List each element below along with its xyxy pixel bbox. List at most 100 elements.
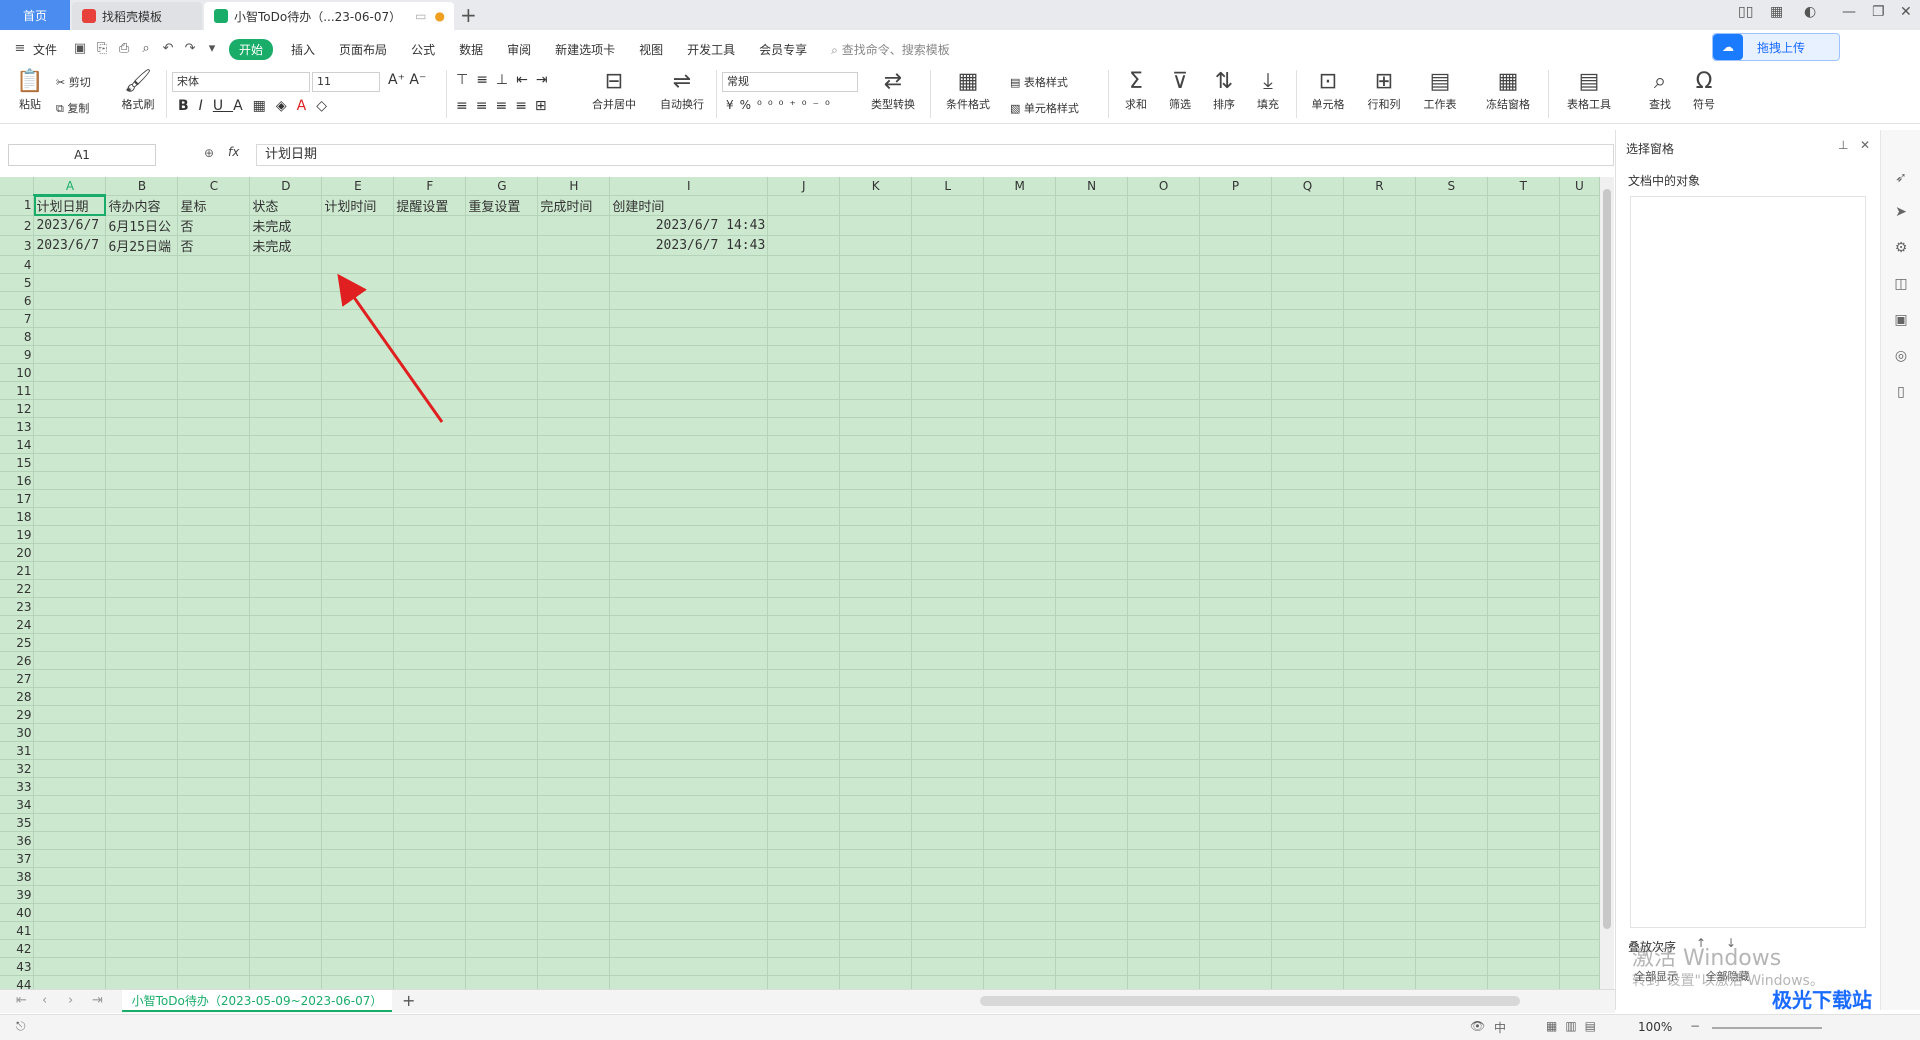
cell[interactable] — [177, 507, 251, 526]
cell[interactable] — [983, 399, 1057, 418]
cell[interactable] — [249, 381, 323, 400]
cell[interactable] — [177, 327, 251, 346]
cell[interactable] — [321, 291, 395, 310]
cell[interactable] — [1055, 867, 1129, 886]
cell[interactable] — [465, 399, 539, 418]
cell[interactable] — [911, 579, 985, 598]
cell[interactable] — [767, 507, 841, 526]
cell[interactable] — [1559, 273, 1600, 292]
cell[interactable] — [177, 651, 251, 670]
cell[interactable] — [321, 579, 395, 598]
cell[interactable] — [393, 921, 467, 940]
cell[interactable] — [465, 309, 539, 328]
cell[interactable] — [537, 795, 611, 814]
cell[interactable] — [609, 615, 769, 634]
cell[interactable]: 未完成 — [249, 235, 323, 256]
cell[interactable] — [1199, 435, 1272, 454]
cell[interactable] — [911, 705, 985, 724]
cell[interactable] — [1271, 813, 1344, 832]
cell[interactable] — [1055, 399, 1129, 418]
row-header[interactable]: 34 — [0, 795, 35, 814]
cell[interactable]: 6月15日公 — [105, 215, 179, 236]
scroll-thumb[interactable] — [1603, 189, 1611, 929]
avatar[interactable]: ◐ — [1804, 4, 1816, 20]
cell[interactable] — [1487, 723, 1560, 742]
cell[interactable] — [1559, 777, 1600, 796]
cell[interactable] — [393, 543, 467, 562]
row-header[interactable]: 1 — [0, 195, 35, 216]
first-sheet-icon[interactable]: ⇤ — [16, 993, 27, 1008]
row-header[interactable]: 4 — [0, 255, 35, 274]
cell[interactable] — [33, 957, 107, 976]
cell[interactable] — [767, 939, 841, 958]
cell[interactable] — [1487, 615, 1560, 634]
cell[interactable] — [1055, 669, 1129, 688]
cell[interactable] — [911, 795, 985, 814]
cell[interactable] — [177, 903, 251, 922]
cell[interactable] — [321, 235, 395, 256]
row-header[interactable]: 39 — [0, 885, 35, 904]
cell[interactable] — [321, 309, 395, 328]
cell[interactable] — [1199, 723, 1272, 742]
cell[interactable] — [1559, 235, 1600, 256]
format-painter-button[interactable]: 🖌 格式刷 — [118, 68, 158, 112]
cell[interactable] — [465, 795, 539, 814]
cell[interactable] — [393, 975, 467, 989]
cell[interactable] — [105, 435, 179, 454]
cell[interactable] — [33, 651, 107, 670]
cell[interactable] — [105, 705, 179, 724]
cell[interactable] — [609, 795, 769, 814]
cell[interactable] — [537, 885, 611, 904]
cell[interactable] — [393, 273, 467, 292]
cell[interactable] — [537, 543, 611, 562]
cell[interactable] — [33, 507, 107, 526]
cell[interactable] — [1271, 885, 1344, 904]
cell[interactable] — [1271, 489, 1344, 508]
cell[interactable] — [33, 525, 107, 544]
cell[interactable] — [465, 381, 539, 400]
cell[interactable] — [609, 669, 769, 688]
cell[interactable] — [839, 489, 913, 508]
cell[interactable] — [33, 903, 107, 922]
cell[interactable] — [249, 309, 323, 328]
column-header[interactable]: L — [911, 177, 985, 196]
cell[interactable] — [1199, 273, 1272, 292]
tab-view[interactable]: 视图 — [627, 41, 675, 58]
cell[interactable] — [249, 813, 323, 832]
cell[interactable] — [393, 633, 467, 652]
cell[interactable] — [911, 669, 985, 688]
cell[interactable] — [1415, 669, 1488, 688]
row-header[interactable]: 40 — [0, 903, 35, 922]
row-header[interactable]: 15 — [0, 453, 35, 472]
cell[interactable] — [177, 633, 251, 652]
cell[interactable] — [1343, 597, 1416, 616]
cell[interactable] — [33, 309, 107, 328]
cell[interactable] — [105, 363, 179, 382]
cell[interactable] — [33, 687, 107, 706]
cell[interactable] — [839, 741, 913, 760]
cell[interactable] — [1487, 975, 1560, 989]
cell[interactable] — [1271, 525, 1344, 544]
cell[interactable] — [911, 975, 985, 989]
cell[interactable] — [537, 597, 611, 616]
cell[interactable] — [321, 813, 395, 832]
row-header[interactable]: 3 — [0, 235, 35, 256]
cell[interactable] — [177, 723, 251, 742]
cell[interactable] — [393, 759, 467, 778]
cell[interactable] — [609, 777, 769, 796]
cell[interactable] — [911, 561, 985, 580]
cell[interactable]: 状态 — [249, 195, 323, 216]
cell[interactable] — [321, 453, 395, 472]
cell[interactable] — [1271, 795, 1344, 814]
cell[interactable] — [911, 759, 985, 778]
cell[interactable] — [249, 687, 323, 706]
row-header[interactable]: 2 — [0, 215, 35, 236]
cell[interactable] — [33, 633, 107, 652]
cell[interactable] — [249, 849, 323, 868]
cell[interactable] — [465, 669, 539, 688]
cell[interactable] — [983, 687, 1057, 706]
cell[interactable] — [1271, 291, 1344, 310]
cell[interactable] — [1271, 975, 1344, 989]
cell[interactable] — [177, 939, 251, 958]
cell[interactable] — [537, 273, 611, 292]
